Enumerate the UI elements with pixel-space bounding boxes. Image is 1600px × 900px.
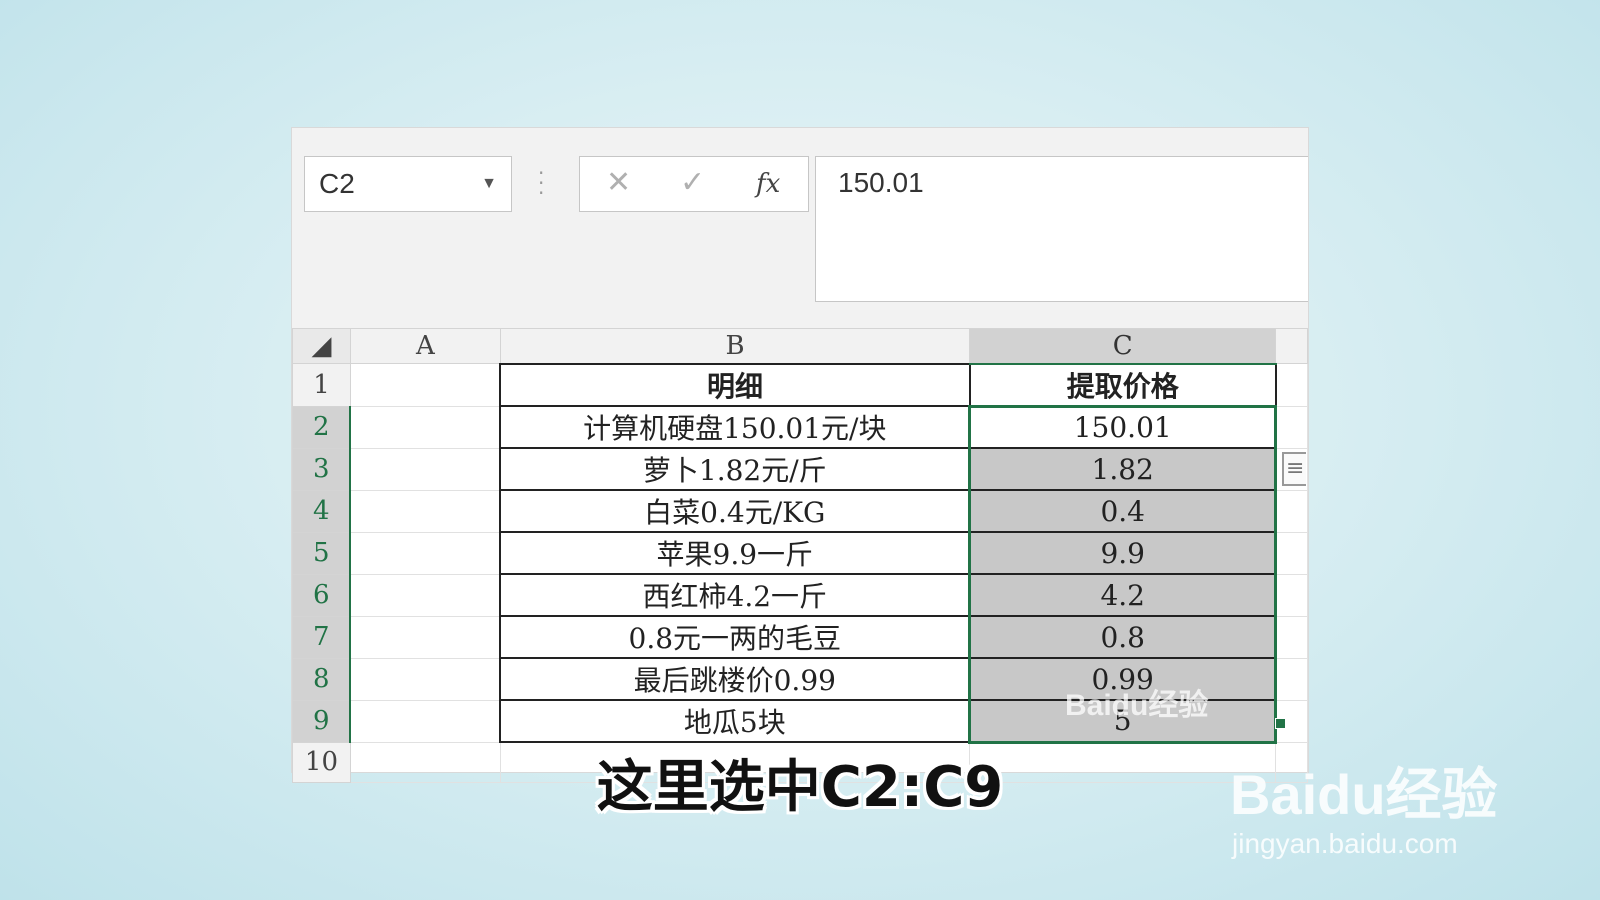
cell-d6[interactable] bbox=[1275, 573, 1308, 617]
quick-analysis-icon[interactable]: ≡ bbox=[1282, 452, 1306, 486]
column-header-c[interactable]: C bbox=[969, 328, 1277, 365]
row-header[interactable]: 3 bbox=[292, 447, 352, 491]
row-header[interactable]: 6 bbox=[292, 573, 352, 617]
cell-c6[interactable]: 4.2 bbox=[968, 573, 1278, 617]
formula-input[interactable]: 150.01 bbox=[815, 156, 1308, 302]
cell-a8[interactable] bbox=[349, 657, 501, 701]
cell-d5[interactable] bbox=[1275, 531, 1308, 575]
cell-d1[interactable] bbox=[1275, 363, 1308, 407]
table-row: 5 苹果9.9一斤 9.9 bbox=[292, 531, 1308, 575]
cell-c7[interactable]: 0.8 bbox=[968, 615, 1278, 659]
table-row: 2 计算机硬盘150.01元/块 150.01 bbox=[292, 404, 1308, 449]
name-box[interactable]: C2 ▼ bbox=[304, 156, 512, 212]
cell-d8[interactable] bbox=[1275, 657, 1308, 701]
table-row: 1 明细 提取价格 bbox=[292, 362, 1308, 407]
formula-value: 150.01 bbox=[838, 167, 924, 198]
baidu-watermark-url: jingyan.baidu.com bbox=[1232, 828, 1458, 859]
cell-a6[interactable] bbox=[349, 573, 501, 617]
cell-a5[interactable] bbox=[349, 531, 501, 575]
cell-a4[interactable] bbox=[349, 489, 501, 533]
row-header[interactable]: 5 bbox=[292, 531, 352, 575]
table-row: 4 白菜0.4元/KG 0.4 bbox=[292, 489, 1308, 533]
cell-d2[interactable] bbox=[1275, 405, 1308, 449]
cell-b6[interactable]: 西红柿4.2一斤 bbox=[499, 573, 971, 617]
cell-watermark: Baidu经验 bbox=[1065, 689, 1209, 722]
cell-b5[interactable]: 苹果9.9一斤 bbox=[499, 531, 971, 575]
cancel-icon[interactable]: ✕ bbox=[606, 165, 631, 200]
cell-b8[interactable]: 最后跳楼价0.99 bbox=[499, 657, 971, 701]
cell-c4[interactable]: 0.4 bbox=[968, 489, 1278, 533]
cell-b9[interactable]: 地瓜5块 bbox=[499, 699, 971, 743]
row-header[interactable]: 2 bbox=[292, 405, 352, 449]
table-row: 7 0.8元一两的毛豆 0.8 bbox=[292, 615, 1308, 659]
cell-a3[interactable] bbox=[349, 447, 501, 491]
caret-down-icon[interactable]: ▼ bbox=[481, 157, 497, 211]
cell-b7[interactable]: 0.8元一两的毛豆 bbox=[499, 615, 971, 659]
cell-b4[interactable]: 白菜0.4元/KG bbox=[499, 489, 971, 533]
cell-b1[interactable]: 明细 bbox=[499, 362, 971, 407]
column-header-b[interactable]: B bbox=[499, 328, 971, 364]
row-header[interactable]: 9 bbox=[292, 699, 352, 743]
fill-handle[interactable] bbox=[1275, 718, 1286, 729]
cell-a7[interactable] bbox=[349, 615, 501, 659]
enter-icon[interactable]: ✓ bbox=[680, 165, 705, 200]
cell-a1[interactable] bbox=[349, 363, 501, 407]
formula-bar-area: C2 ▼ · · · ✕ ✓ fx 150.01 bbox=[292, 128, 1308, 328]
table-row: 6 西红柿4.2一斤 4.2 bbox=[292, 573, 1308, 617]
select-all-corner[interactable]: ◢ bbox=[292, 328, 351, 364]
cell-d7[interactable] bbox=[1275, 615, 1308, 659]
drag-handle-icon[interactable]: · · · bbox=[538, 163, 544, 203]
cell-c5[interactable]: 9.9 bbox=[968, 531, 1278, 575]
table-row: 3 萝卜1.82元/斤 1.82 bbox=[292, 447, 1308, 491]
row-header[interactable]: 7 bbox=[292, 615, 352, 659]
cell-c3[interactable]: 1.82 bbox=[968, 447, 1278, 491]
column-header-d[interactable] bbox=[1275, 328, 1308, 364]
excel-window: C2 ▼ · · · ✕ ✓ fx 150.01 ◢ A B C 1 明细 提取… bbox=[292, 128, 1308, 783]
cell-b3[interactable]: 萝卜1.82元/斤 bbox=[499, 447, 971, 491]
row-header[interactable]: 4 bbox=[292, 489, 352, 533]
cell-d4[interactable] bbox=[1275, 489, 1308, 533]
row-header[interactable]: 1 bbox=[292, 363, 351, 407]
cell-b2[interactable]: 计算机硬盘150.01元/块 bbox=[499, 405, 971, 449]
cell-c1[interactable]: 提取价格 bbox=[968, 362, 1277, 407]
baidu-watermark: Baidu经验 bbox=[1230, 763, 1498, 826]
insert-function-icon[interactable]: fx bbox=[756, 169, 780, 199]
formula-buttons: ✕ ✓ fx bbox=[579, 156, 809, 212]
name-box-value: C2 bbox=[319, 168, 355, 199]
cell-c2[interactable]: 150.01 bbox=[968, 404, 1278, 449]
cell-a9[interactable] bbox=[349, 699, 501, 743]
column-header-a[interactable]: A bbox=[349, 328, 501, 364]
row-header[interactable]: 8 bbox=[292, 657, 352, 701]
cell-a2[interactable] bbox=[349, 405, 501, 449]
